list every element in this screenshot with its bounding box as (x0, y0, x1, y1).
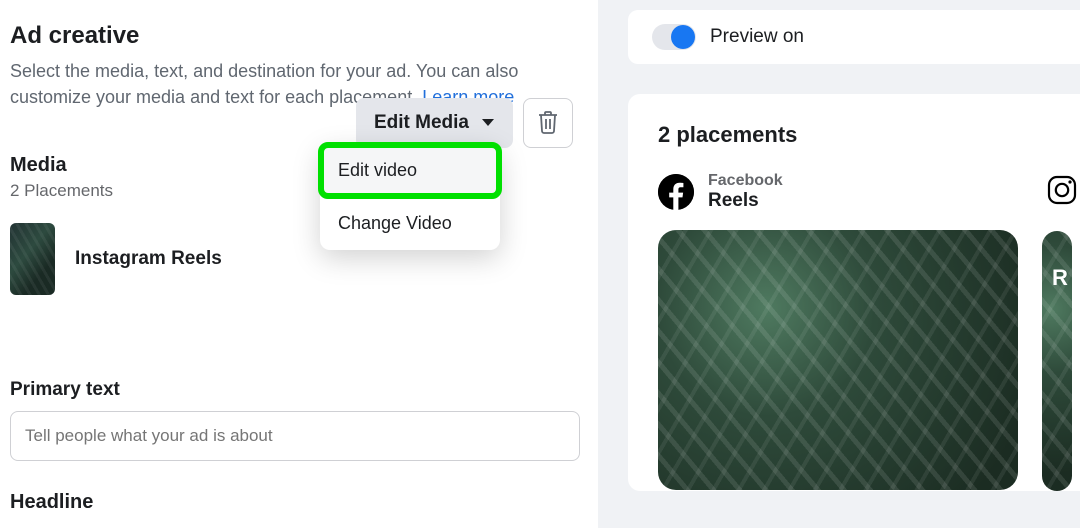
edit-media-label: Edit Media (374, 112, 469, 134)
headline-label: Headline (10, 491, 588, 514)
instagram-icon (1044, 172, 1080, 213)
media-item-name: Instagram Reels (75, 248, 222, 270)
chevron-down-icon (481, 112, 495, 134)
primary-text-input[interactable] (10, 411, 580, 461)
edit-video-option[interactable]: Edit video (320, 144, 500, 197)
edit-media-button[interactable]: Edit Media (356, 98, 513, 148)
placement-preview-instagram: R (1042, 231, 1072, 491)
delete-media-button[interactable] (523, 98, 573, 148)
preview-toggle-label: Preview on (710, 26, 804, 48)
change-video-option[interactable]: Change Video (320, 197, 500, 250)
placement-card-instagram[interactable]: R (1044, 172, 1080, 491)
placement-preview-facebook (658, 230, 1018, 490)
toggle-knob (671, 25, 695, 49)
placement-card-facebook[interactable]: Facebook Reels (658, 172, 1028, 491)
facebook-icon (658, 174, 694, 210)
partial-letter: R (1052, 265, 1068, 291)
placement-format: Reels (708, 190, 783, 212)
preview-toggle[interactable] (652, 24, 696, 50)
media-thumbnail[interactable] (10, 223, 55, 295)
placements-panel-title: 2 placements (658, 122, 1080, 148)
ad-creative-title: Ad creative (10, 22, 588, 50)
media-section-label: Media (10, 154, 222, 177)
placement-platform: Facebook (708, 172, 783, 190)
edit-media-dropdown: Edit video Change Video (320, 144, 500, 250)
trash-icon (537, 110, 559, 137)
media-placements-count: 2 Placements (10, 181, 222, 201)
primary-text-label: Primary text (10, 379, 588, 401)
